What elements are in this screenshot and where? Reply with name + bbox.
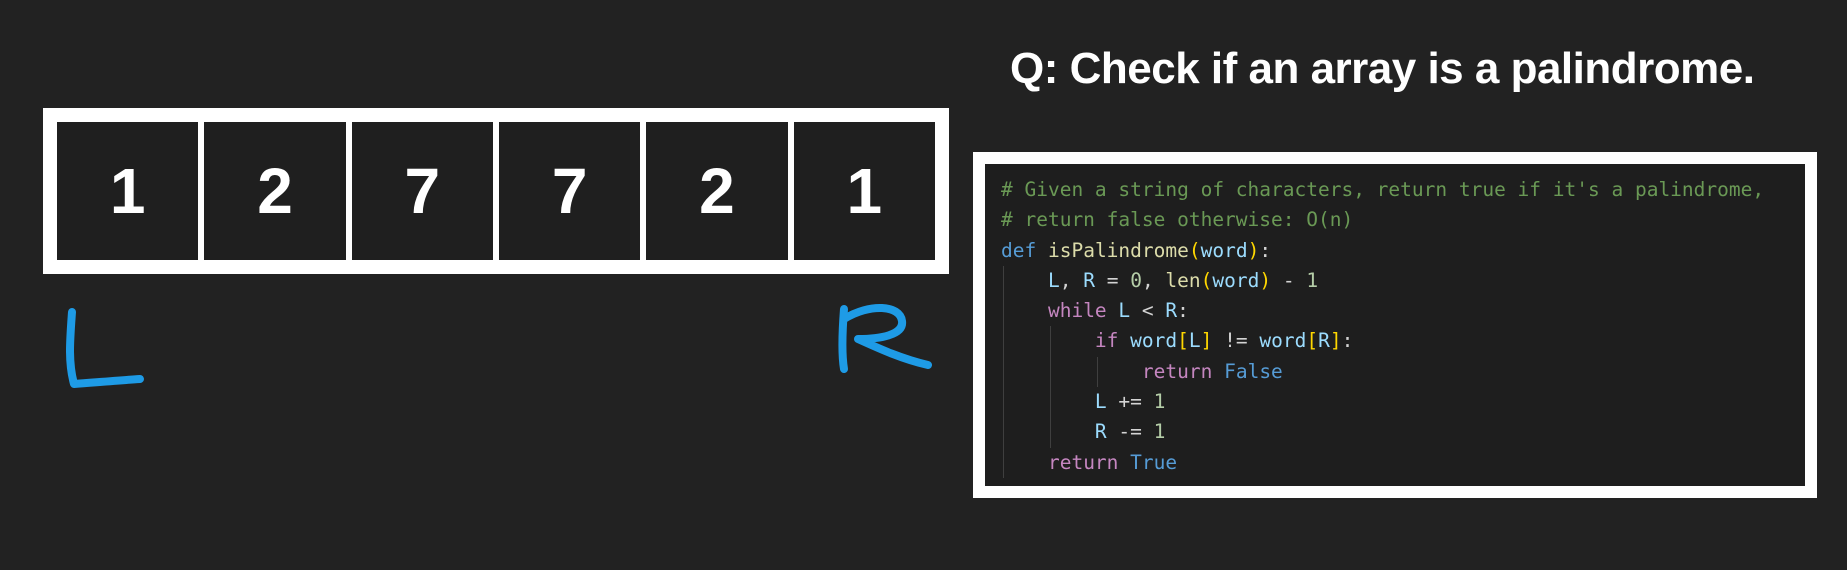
- code-line: R -= 1: [1001, 417, 1805, 448]
- indent-guide: [1003, 447, 1004, 478]
- right-pointer-R: [838, 303, 932, 373]
- code-token: while: [1047, 299, 1107, 323]
- code-token: :: [1341, 329, 1354, 353]
- array-cell-2: 7: [351, 122, 493, 260]
- code-token: -=: [1106, 420, 1154, 444]
- code-panel: # Given a string of characters, return t…: [973, 152, 1817, 498]
- indent-guide: [1049, 387, 1051, 418]
- indent-guide: [1003, 326, 1004, 357]
- code-token: def: [1001, 238, 1037, 262]
- code-token: [: [1177, 329, 1189, 353]
- code-token: 0: [1130, 268, 1142, 292]
- code-token: :: [1259, 238, 1272, 262]
- code-token: # Given a string of characters, return t…: [1001, 178, 1765, 201]
- code-line: L, R = 0, len(word) - 1: [1001, 265, 1805, 297]
- code-token: R: [1165, 299, 1178, 323]
- indent-guide: [1003, 265, 1004, 297]
- code-token: -: [1271, 268, 1307, 292]
- code-token: !=: [1212, 329, 1260, 353]
- array-cell-4: 2: [646, 122, 788, 260]
- code-token: R: [1083, 268, 1095, 292]
- code-token: ]: [1329, 329, 1342, 353]
- indent-guide: [1049, 417, 1051, 448]
- code-token: ): [1247, 238, 1260, 262]
- code-line: if word[L] != word[R]:: [1001, 326, 1805, 357]
- array-cell-0: 1: [57, 122, 199, 260]
- code-token: ): [1259, 268, 1272, 292]
- code-line: # return false otherwise: O(n): [1001, 205, 1805, 235]
- indent-guide: [1049, 326, 1051, 357]
- code-token: L: [1118, 299, 1131, 323]
- code-line: def isPalindrome(word):: [1001, 236, 1805, 266]
- array-cell-5: 1: [793, 122, 935, 260]
- code-token: :: [1177, 299, 1189, 323]
- code-line: return True: [1001, 447, 1805, 478]
- array-container: 1 2 7 7 2 1: [43, 108, 949, 274]
- code-token: if: [1094, 329, 1119, 353]
- code-token: word: [1212, 268, 1260, 292]
- code-token: False: [1224, 359, 1283, 383]
- code-token: 1: [1306, 268, 1319, 292]
- code-token: word: [1130, 329, 1178, 353]
- array-cell-1: 2: [204, 122, 346, 260]
- code-line: while L < R:: [1001, 296, 1805, 327]
- code-token: ,: [1059, 268, 1084, 292]
- code-token: ,: [1141, 268, 1166, 292]
- code-token: L: [1188, 329, 1201, 353]
- code-token: +=: [1106, 390, 1154, 414]
- code-token: =: [1094, 268, 1131, 292]
- indent-guide: [1003, 387, 1004, 418]
- question-title: Q: Check if an array is a palindrome.: [1010, 44, 1755, 93]
- indent-guide: [1003, 417, 1004, 448]
- left-pointer-L: [66, 308, 144, 388]
- code-token: 1: [1153, 390, 1166, 414]
- code-token: return: [1047, 450, 1119, 474]
- code-token: word: [1259, 329, 1307, 353]
- code-token: R: [1318, 329, 1330, 353]
- code-token: L: [1047, 268, 1060, 292]
- code-line: L += 1: [1001, 387, 1805, 418]
- code-token: (: [1200, 268, 1213, 292]
- indent-guide: [1096, 356, 1098, 388]
- indent-guide: [1003, 296, 1004, 327]
- code-token: return: [1141, 359, 1213, 383]
- indent-guide: [1049, 356, 1051, 388]
- code-token: ]: [1200, 329, 1213, 353]
- code-token: [: [1306, 329, 1319, 353]
- code-token: L: [1094, 390, 1107, 414]
- code-token: word: [1200, 238, 1248, 262]
- code-line: # Given a string of characters, return t…: [1001, 175, 1805, 205]
- code-token: (: [1188, 238, 1201, 262]
- code-token: isPalindrome: [1047, 238, 1189, 262]
- code-token: <: [1130, 299, 1166, 323]
- code-line: return False: [1001, 356, 1805, 388]
- code-token: len: [1165, 268, 1201, 292]
- code-token: # return false otherwise: O(n): [1001, 208, 1354, 232]
- code-token: True: [1130, 450, 1178, 474]
- array-cell-3: 7: [498, 122, 641, 260]
- indent-guide: [1003, 356, 1004, 388]
- code-token: R: [1094, 420, 1107, 444]
- code-token: 1: [1153, 420, 1166, 444]
